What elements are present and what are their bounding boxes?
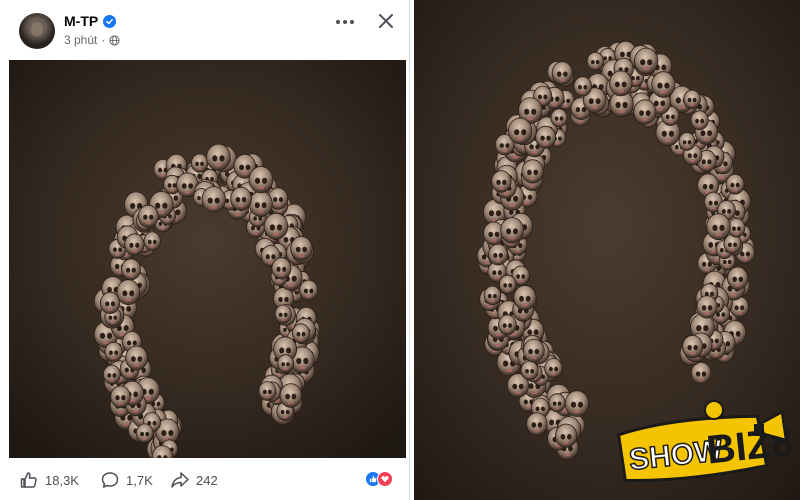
facebook-post: M-TP 3 phút · 18,3K 1,7K 242 bbox=[0, 0, 410, 500]
skull-letter-c-image bbox=[9, 60, 406, 458]
author-line: M-TP bbox=[64, 13, 117, 29]
share-button[interactable]: 242 bbox=[170, 470, 218, 490]
share-arrow-icon bbox=[171, 472, 189, 488]
comment-button[interactable]: 1,7K bbox=[100, 470, 153, 490]
thumbs-up-icon bbox=[20, 472, 37, 488]
more-options-icon[interactable] bbox=[333, 12, 357, 32]
like-button[interactable]: 18,3K bbox=[19, 470, 79, 490]
close-icon[interactable] bbox=[376, 11, 396, 31]
post-header: M-TP 3 phút · bbox=[0, 0, 410, 60]
author-name[interactable]: M-TP bbox=[64, 13, 98, 29]
post-actions: 18,3K 1,7K 242 bbox=[0, 458, 410, 500]
globe-icon bbox=[109, 34, 120, 46]
verified-badge-icon bbox=[103, 14, 117, 28]
post-meta: 3 phút · bbox=[64, 33, 120, 47]
like-count: 18,3K bbox=[45, 472, 79, 488]
middle-dot: · bbox=[101, 33, 106, 47]
reaction-summary[interactable] bbox=[365, 471, 397, 487]
post-image[interactable] bbox=[9, 60, 406, 458]
post-time[interactable]: 3 phút bbox=[64, 33, 97, 47]
author-avatar[interactable] bbox=[19, 13, 55, 49]
showbiz8-logo-graphic: SHOW BIZ8 bbox=[616, 400, 795, 483]
showbiz8-logo: SHOW BIZ8 bbox=[614, 394, 795, 490]
share-count: 242 bbox=[196, 472, 218, 488]
love-reaction-icon bbox=[377, 471, 393, 487]
comment-bubble-icon bbox=[101, 472, 119, 488]
comment-count: 1,7K bbox=[126, 472, 153, 488]
